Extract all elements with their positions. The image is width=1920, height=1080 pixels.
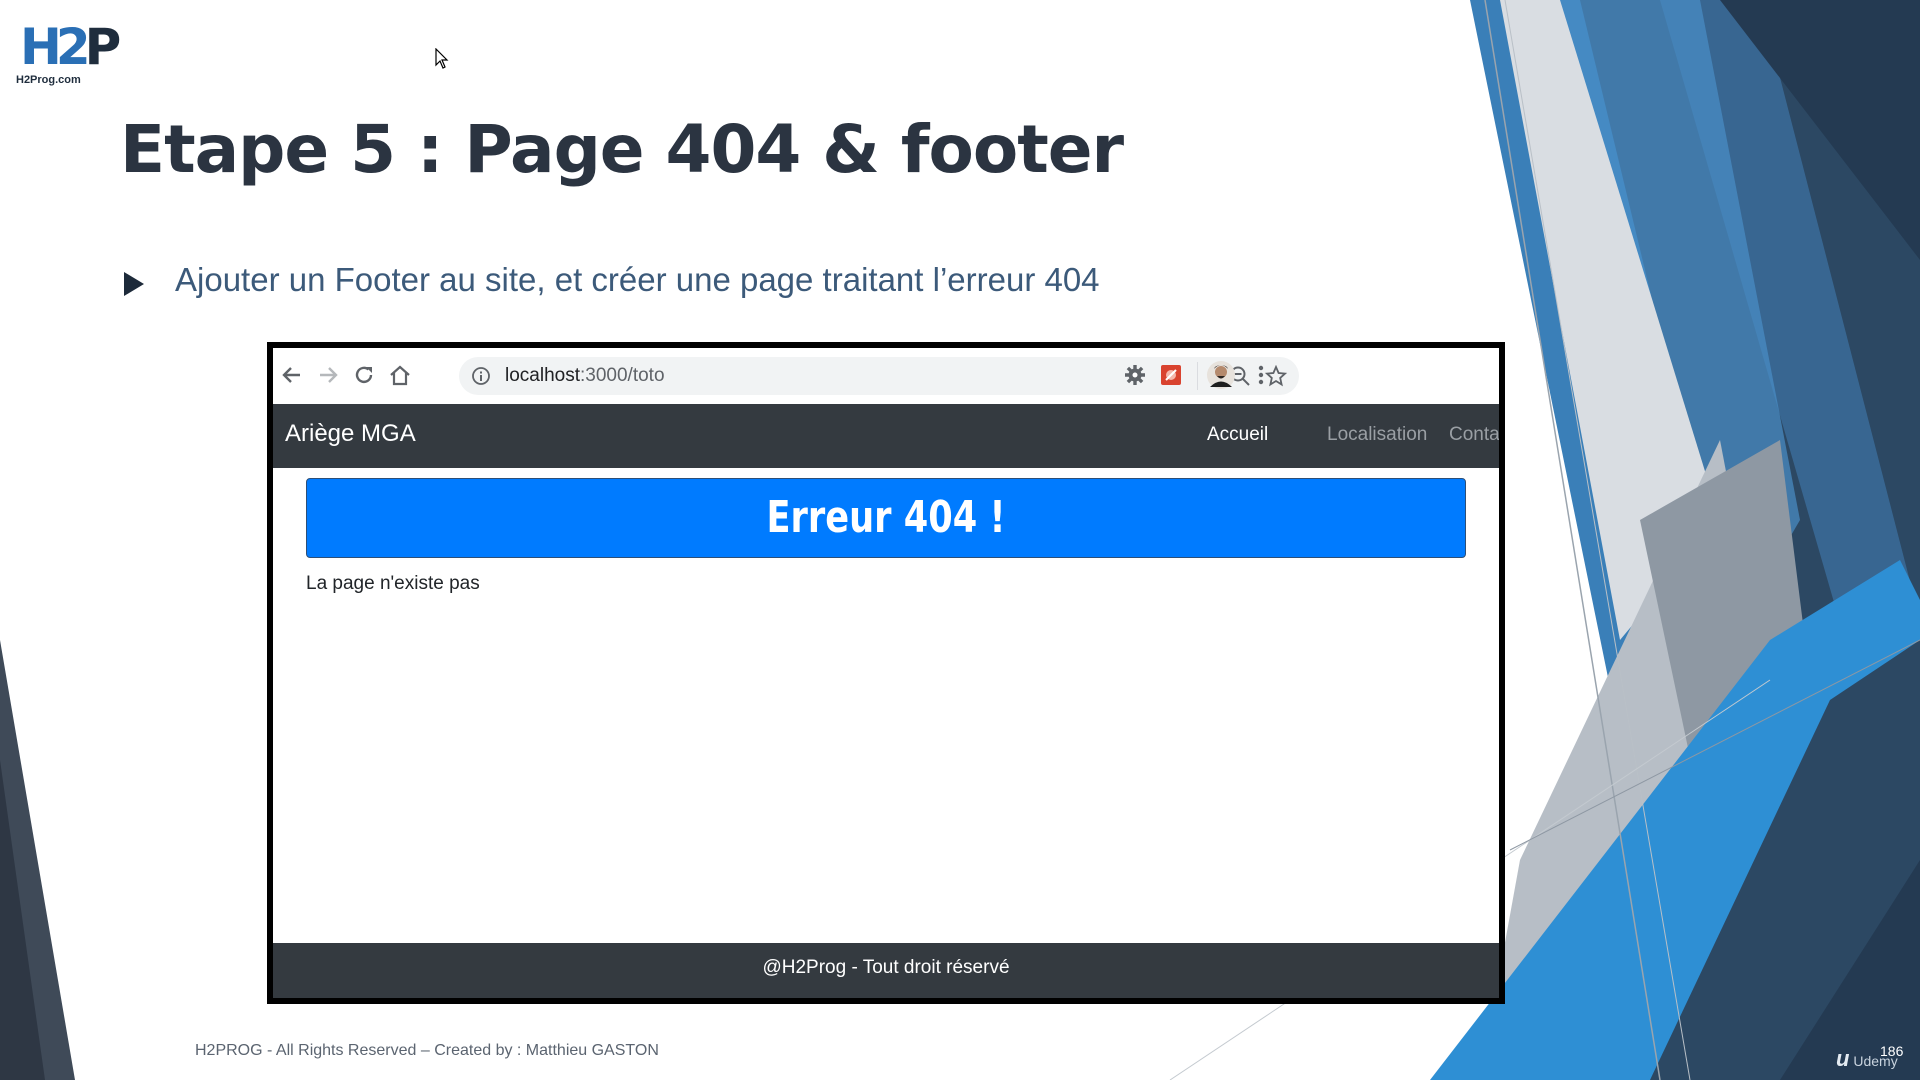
url-host: localhost — [505, 365, 580, 386]
nav-link-accueil[interactable]: Accueil — [1207, 424, 1268, 446]
error-404-banner: Erreur 404 ! — [306, 478, 1466, 558]
error-message: La page n'existe pas — [306, 573, 480, 594]
browser-window: localhost:3000/toto Ariège MGA Accueil L… — [273, 348, 1499, 998]
extension-gear-icon[interactable] — [1120, 360, 1150, 390]
udemy-logo-icon: u — [1836, 1046, 1850, 1071]
logo-site-name: H2Prog.com — [16, 74, 81, 86]
back-icon[interactable] — [277, 360, 307, 390]
site-footer-text: @H2Prog - Tout droit réservé — [762, 957, 1010, 978]
info-icon[interactable] — [471, 366, 491, 386]
mouse-cursor-icon — [435, 48, 449, 69]
bullet-arrow-icon — [124, 272, 144, 296]
extension-red-icon[interactable] — [1156, 360, 1186, 390]
toolbar-divider — [1197, 362, 1198, 390]
nav-link-localisation[interactable]: Localisation — [1327, 424, 1427, 446]
reload-icon[interactable] — [349, 360, 379, 390]
forward-icon[interactable] — [313, 360, 343, 390]
browser-screenshot: localhost:3000/toto Ariège MGA Accueil L… — [267, 342, 1505, 1004]
nav-link-contact[interactable]: Contact — [1449, 424, 1499, 446]
site-footer: @H2Prog - Tout droit réservé — [273, 943, 1499, 998]
h2prog-logo: H2P H2Prog.com — [16, 18, 121, 88]
browser-toolbar: localhost:3000/toto — [273, 348, 1499, 404]
logo-digit-2: 2 — [55, 18, 91, 76]
url-path: :3000/toto — [580, 365, 665, 386]
slide-page-number: 186 — [1880, 1043, 1904, 1059]
slide-footer: H2PROG - All Rights Reserved – Created b… — [195, 1042, 659, 1059]
site-navbar: Ariège MGA Accueil Localisation Contact — [273, 404, 1499, 468]
profile-avatar[interactable] — [1206, 360, 1236, 390]
error-404-heading: Erreur 404 ! — [766, 492, 1006, 543]
slide-title: Etape 5 : Page 404 & footer — [120, 111, 1124, 188]
logo-letter-h: H — [20, 18, 62, 76]
home-icon[interactable] — [385, 360, 415, 390]
site-brand[interactable]: Ariège MGA — [285, 420, 416, 448]
menu-icon[interactable] — [1246, 360, 1276, 390]
logo-letter-p: P — [84, 18, 122, 76]
logo-mark: H2P — [20, 18, 122, 76]
slide-bullet-text: Ajouter un Footer au site, et créer une … — [175, 261, 1100, 298]
url-text[interactable]: localhost:3000/toto — [505, 365, 665, 387]
